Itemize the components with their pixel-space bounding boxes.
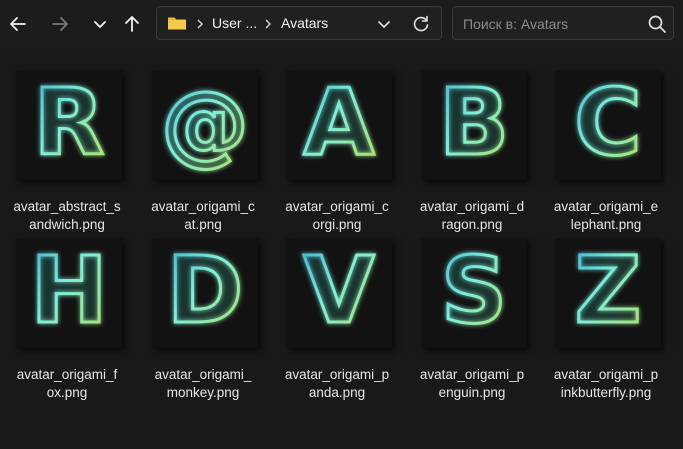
- breadcrumb-user[interactable]: User ...: [212, 15, 257, 31]
- thumbnail-glyph: D: [167, 238, 243, 344]
- file-item[interactable]: Aavatar_origami_c orgi.png: [270, 60, 404, 232]
- toolbar: User ... Avatars: [0, 0, 683, 48]
- folder-icon: [168, 17, 186, 30]
- file-thumbnail: B: [421, 70, 527, 180]
- file-name-line1: avatar_origami_e: [553, 199, 659, 214]
- chevron-right-icon: [265, 19, 272, 29]
- file-name: avatar_origami_p inkbutterfly.png: [539, 366, 673, 402]
- thumbnail-glyph: R: [34, 70, 105, 176]
- thumbnail-glyph: @: [161, 72, 249, 175]
- file-item[interactable]: @ avatar_origami_c at.png: [136, 60, 270, 232]
- arrow-left-icon: [10, 17, 26, 31]
- file-item[interactable]: Davatar_origami_ monkey.png: [136, 228, 270, 400]
- chevron-down-icon[interactable]: [377, 17, 391, 31]
- thumbnail-glyph: C: [574, 70, 642, 176]
- chevron-right-icon: [197, 19, 204, 29]
- file-item[interactable]: Ravatar_abstract_s andwich.png: [0, 60, 134, 232]
- file-name: avatar_origami_p anda.png: [270, 366, 404, 402]
- arrow-right-icon: [52, 17, 68, 31]
- file-name-line2: monkey.png: [166, 385, 240, 400]
- file-item[interactable]: Havatar_origami_f ox.png: [0, 228, 134, 400]
- recent-locations-button[interactable]: [86, 10, 114, 38]
- file-item[interactable]: Vavatar_origami_p anda.png: [270, 228, 404, 400]
- breadcrumb-avatars[interactable]: Avatars: [281, 15, 328, 31]
- file-name-line1: avatar_origami_p: [419, 367, 525, 382]
- file-name-line2: enguin.png: [438, 385, 506, 400]
- file-name-line2: inkbutterfly.png: [560, 385, 652, 400]
- forward-button[interactable]: [46, 10, 74, 38]
- file-name: avatar_origami_p enguin.png: [405, 366, 539, 402]
- file-item[interactable]: Zavatar_origami_p inkbutterfly.png: [539, 228, 673, 400]
- file-name-line1: avatar_origami_p: [553, 367, 659, 382]
- file-name-line1: avatar_origami_c: [285, 199, 389, 214]
- file-name: avatar_origami_ monkey.png: [136, 366, 270, 402]
- file-name-line1: avatar_origami_f: [16, 367, 118, 382]
- file-thumbnail: A: [286, 70, 392, 180]
- search-input[interactable]: [461, 7, 645, 41]
- file-thumbnail: C: [555, 70, 661, 180]
- file-thumbnail: H: [16, 238, 122, 348]
- search-icon[interactable]: [647, 14, 667, 34]
- thumbnail-glyph: H: [31, 238, 108, 344]
- arrow-up-icon: [125, 16, 139, 32]
- file-name-line1: avatar_origami_: [154, 367, 252, 382]
- chevron-down-icon: [94, 21, 106, 28]
- file-thumbnail: D: [152, 238, 258, 348]
- thumbnail-glyph: V: [303, 238, 374, 344]
- file-name-line2: anda.png: [308, 385, 366, 400]
- up-button[interactable]: [118, 10, 146, 38]
- back-button[interactable]: [4, 10, 32, 38]
- file-name-line1: avatar_origami_p: [284, 367, 390, 382]
- thumbnail-glyph: Z: [575, 238, 642, 344]
- file-name-line1: avatar_origami_c: [151, 199, 255, 214]
- file-name: avatar_origami_f ox.png: [0, 366, 134, 402]
- address-bar[interactable]: User ... Avatars: [156, 6, 442, 40]
- file-item[interactable]: Savatar_origami_p enguin.png: [405, 228, 539, 400]
- thumbnail-glyph: A: [303, 70, 374, 176]
- thumbnail-glyph: B: [439, 70, 509, 176]
- search-box[interactable]: [452, 6, 674, 41]
- file-thumbnail: R: [16, 70, 122, 180]
- file-thumbnail: S: [421, 238, 527, 348]
- file-name-line1: avatar_origami_d: [419, 199, 525, 214]
- file-grid: Ravatar_abstract_s andwich.png @ avatar_ori…: [0, 48, 683, 449]
- thumbnail-glyph: S: [441, 238, 507, 344]
- file-thumbnail: Z: [555, 238, 661, 348]
- file-name-line2: ox.png: [46, 385, 88, 400]
- file-item[interactable]: Cavatar_origami_e lephant.png: [539, 60, 673, 232]
- refresh-icon[interactable]: [411, 14, 431, 34]
- file-name-line1: avatar_abstract_s: [13, 199, 121, 214]
- file-item[interactable]: Bavatar_origami_d ragon.png: [405, 60, 539, 232]
- file-thumbnail: V: [286, 238, 392, 348]
- file-thumbnail: @: [152, 70, 258, 180]
